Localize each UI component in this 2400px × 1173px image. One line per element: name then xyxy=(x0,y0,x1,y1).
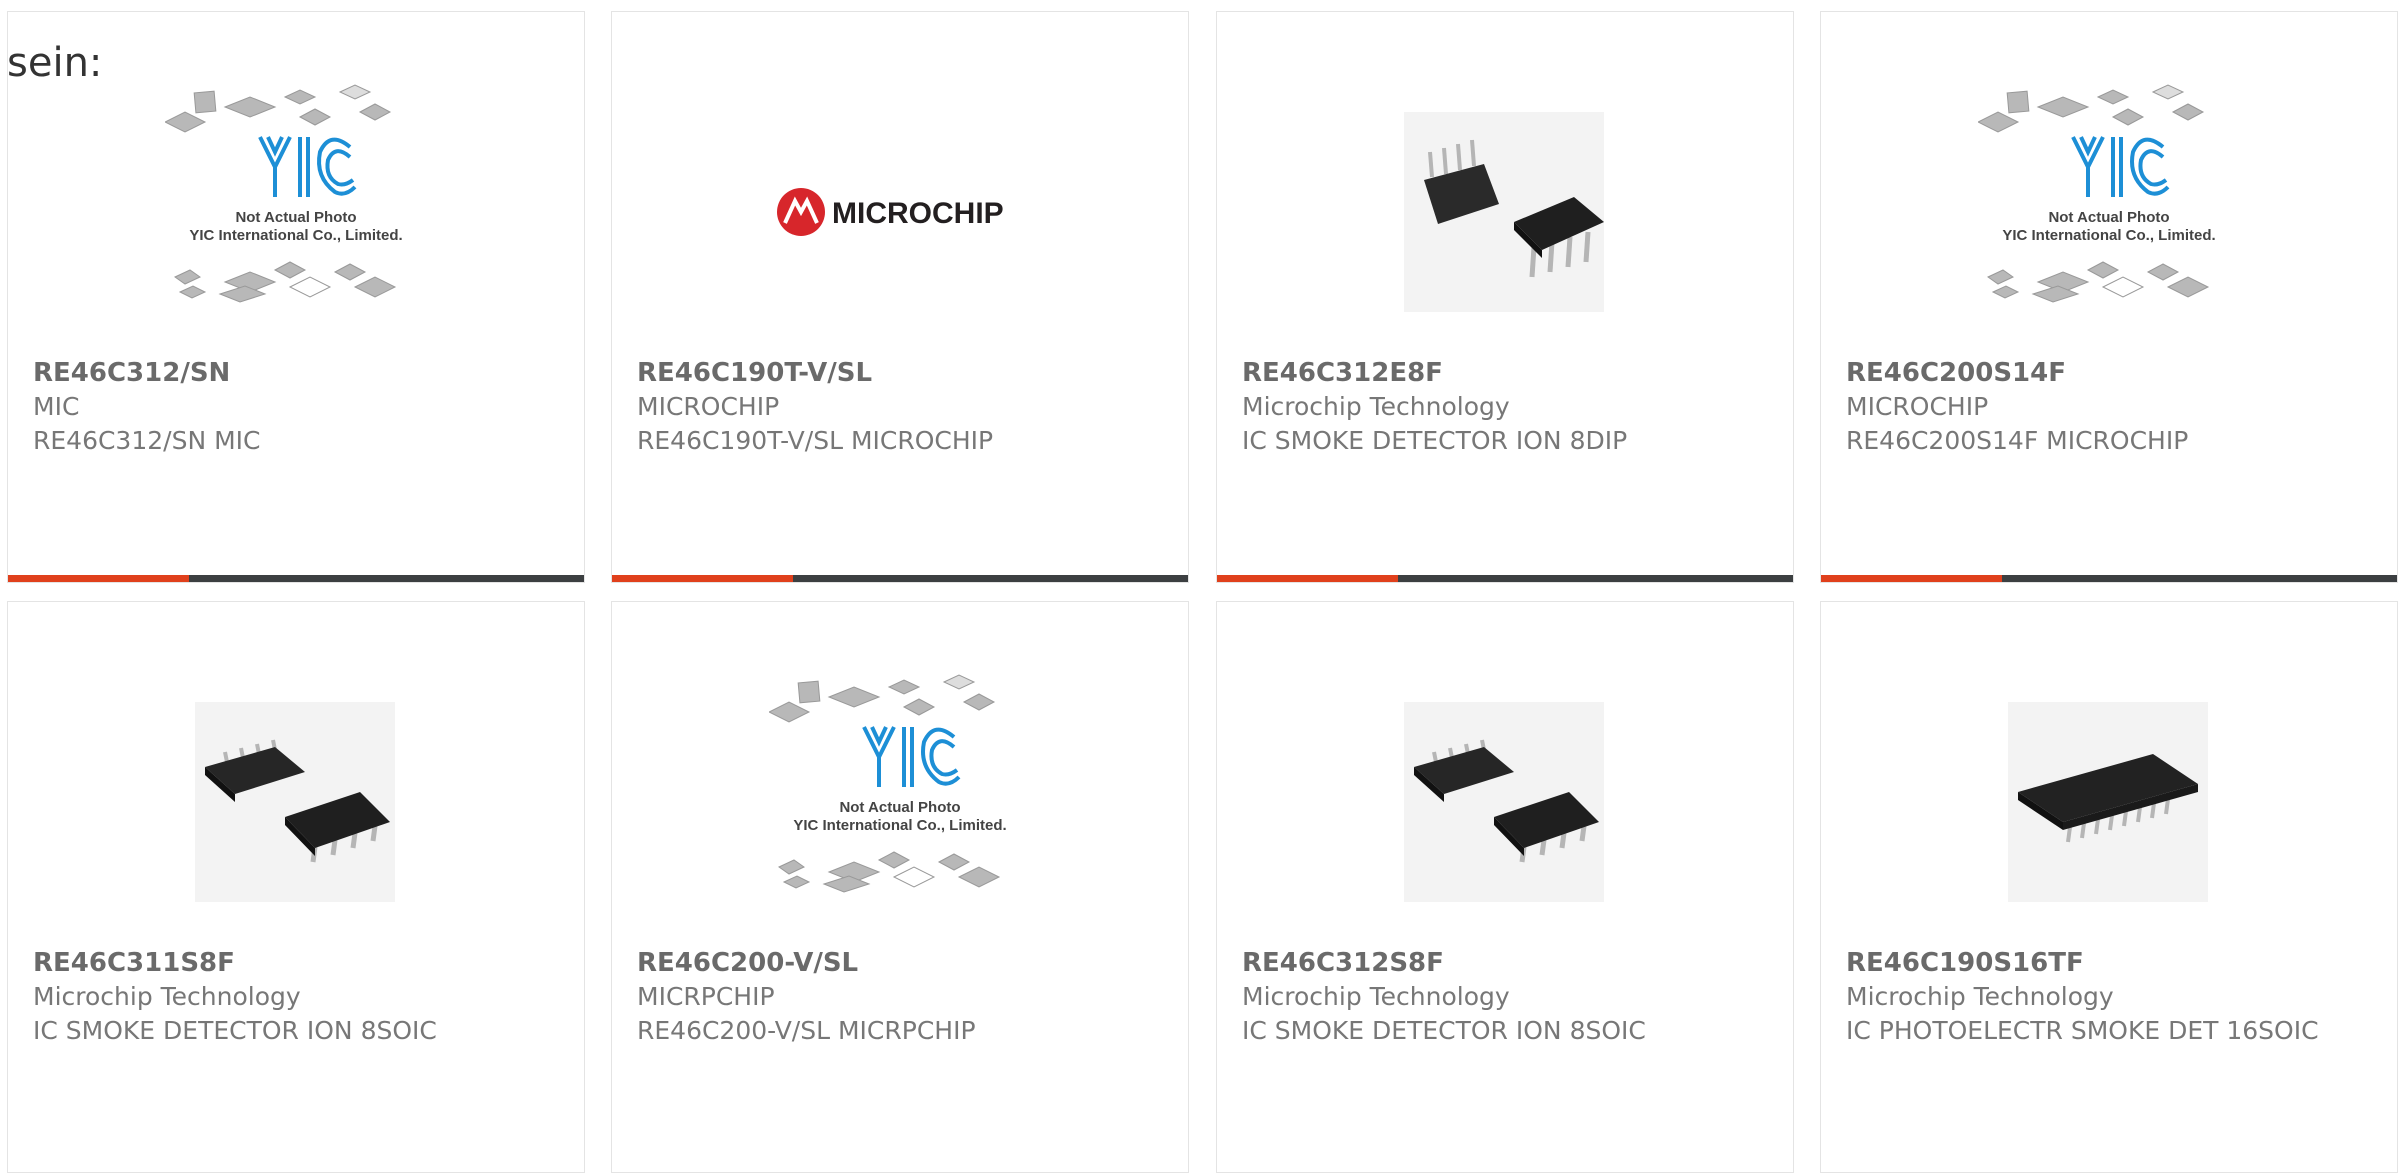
manufacturer: MICRPCHIP xyxy=(637,982,775,1011)
placeholder-line1: Not Actual Photo xyxy=(839,799,960,816)
product-card[interactable]: RE46C190S16TF Microchip Technology IC PH… xyxy=(1820,601,2398,1173)
description: RE46C200-V/SL MICRPCHIP xyxy=(637,1016,976,1045)
manufacturer: MICROCHIP xyxy=(637,392,780,421)
manufacturer: Microchip Technology xyxy=(33,982,301,1011)
part-number[interactable]: RE46C312E8F xyxy=(1242,356,1773,390)
description: IC SMOKE DETECTOR ION 8SOIC xyxy=(33,1016,437,1045)
part-number[interactable]: RE46C312S8F xyxy=(1242,946,1773,980)
card-bar xyxy=(1821,575,2397,582)
microchip-logo-image: MICROCHIP xyxy=(769,82,1031,344)
card-bar-accent xyxy=(8,575,190,582)
soic8-chip-image xyxy=(1374,672,1636,934)
manufacturer: MIC xyxy=(33,392,80,421)
part-number[interactable]: RE46C311S8F xyxy=(33,946,564,980)
card-bar-accent xyxy=(612,575,794,582)
part-number[interactable]: RE46C312/SN xyxy=(33,356,564,390)
product-card[interactable]: Not Actual Photo YIC International Co., … xyxy=(7,11,585,583)
manufacturer: Microchip Technology xyxy=(1242,392,1510,421)
yic-placeholder-image: Not Actual Photo YIC International Co., … xyxy=(1978,82,2240,344)
description: RE46C200S14F MICROCHIP xyxy=(1846,426,2189,455)
manufacturer: Microchip Technology xyxy=(1846,982,2114,1011)
soic8-chip-image xyxy=(165,672,427,934)
card-bar xyxy=(8,575,584,582)
product-card[interactable]: MICROCHIP RE46C190T-V/SL MICROCHIP RE46C… xyxy=(611,11,1189,583)
card-bar xyxy=(612,575,1188,582)
yic-placeholder-image: Not Actual Photo YIC International Co., … xyxy=(165,82,427,344)
description: RE46C312/SN MIC xyxy=(33,426,261,455)
placeholder-line2: YIC International Co., Limited. xyxy=(189,227,402,244)
part-number[interactable]: RE46C190S16TF xyxy=(1846,946,2377,980)
manufacturer: MICROCHIP xyxy=(1846,392,1989,421)
intro-text: sein: xyxy=(7,40,103,86)
description: IC SMOKE DETECTOR ION 8SOIC xyxy=(1242,1016,1646,1045)
yic-placeholder-image: Not Actual Photo YIC International Co., … xyxy=(769,672,1031,934)
description: IC PHOTOELECTR SMOKE DET 16SOIC xyxy=(1846,1016,2319,1045)
part-number[interactable]: RE46C200S14F xyxy=(1846,356,2377,390)
placeholder-line2: YIC International Co., Limited. xyxy=(793,817,1006,834)
dip8-chip-image xyxy=(1374,82,1636,344)
product-card[interactable]: RE46C311S8F Microchip Technology IC SMOK… xyxy=(7,601,585,1173)
placeholder-line2: YIC International Co., Limited. xyxy=(2002,227,2215,244)
card-bar xyxy=(1217,575,1793,582)
placeholder-line1: Not Actual Photo xyxy=(235,209,356,226)
part-number[interactable]: RE46C200-V/SL xyxy=(637,946,1168,980)
description: IC SMOKE DETECTOR ION 8DIP xyxy=(1242,426,1628,455)
product-card[interactable]: Not Actual Photo YIC International Co., … xyxy=(1820,11,2398,583)
placeholder-line1: Not Actual Photo xyxy=(2048,209,2169,226)
manufacturer: Microchip Technology xyxy=(1242,982,1510,1011)
product-card[interactable]: RE46C312S8F Microchip Technology IC SMOK… xyxy=(1216,601,1794,1173)
product-card[interactable]: Not Actual Photo YIC International Co., … xyxy=(611,601,1189,1173)
card-bar-accent xyxy=(1821,575,2003,582)
product-card[interactable]: RE46C312E8F Microchip Technology IC SMOK… xyxy=(1216,11,1794,583)
soic16-chip-image xyxy=(1978,672,2240,934)
description: RE46C190T-V/SL MICROCHIP xyxy=(637,426,994,455)
card-bar-accent xyxy=(1217,575,1399,582)
microchip-logo-text: MICROCHIP xyxy=(832,197,1004,230)
part-number[interactable]: RE46C190T-V/SL xyxy=(637,356,1168,390)
